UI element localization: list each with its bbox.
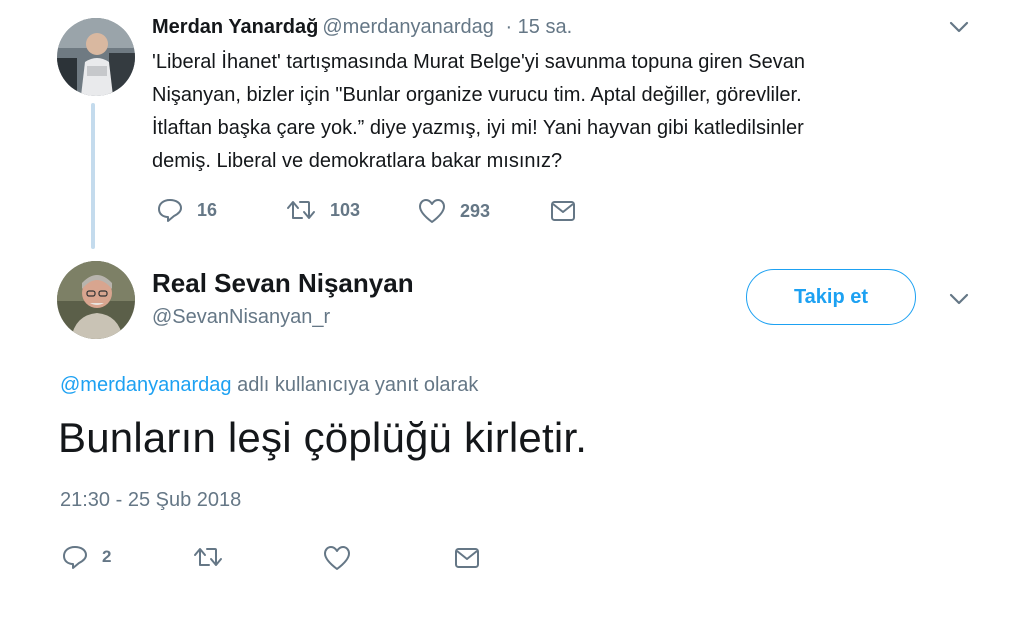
tweet2-author-handle[interactable]: @SevanNisanyan_r (152, 306, 330, 329)
tweet1-text: 'Liberal İhanet' tartışmasında Murat Bel… (152, 46, 912, 178)
avatar[interactable] (57, 18, 135, 96)
avatar[interactable] (57, 261, 135, 339)
dm-icon (455, 548, 479, 568)
reply-to-handle-link[interactable]: @merdanyanardag (60, 374, 232, 396)
thread-connector-line (91, 103, 95, 249)
follow-button[interactable]: Takip et (746, 269, 916, 325)
reply-count: 16 (197, 199, 218, 220)
chevron-down-icon[interactable] (948, 288, 970, 316)
tweet1-author-line: Merdan Yanardağ @merdanyanardag · 15 sa. (152, 16, 572, 39)
reply-context: @merdanyanardag adlı kullanıcıya yanıt o… (60, 374, 478, 397)
retweet-count: 103 (330, 199, 361, 220)
dm-icon (551, 201, 575, 221)
dm-button[interactable] (454, 547, 494, 569)
like-count: 293 (460, 200, 491, 221)
retweet-icon (194, 548, 222, 566)
chevron-down-icon[interactable] (948, 16, 970, 44)
tweet2-timestamp[interactable]: 21:30 - 25 Şub 2018 (60, 489, 241, 512)
like-button[interactable]: 293 (418, 198, 490, 224)
tweet2-text: Bunların leşi çöplüğü kirletir. (58, 414, 588, 461)
reply-context-text: adlı kullanıcıya yanıt olarak (231, 374, 479, 396)
tweet1-author-name[interactable]: Merdan Yanardağ (152, 16, 318, 38)
like-icon (419, 199, 445, 223)
tweet2-author-name[interactable]: Real Sevan Nişanyan (152, 268, 414, 299)
tweet1-author-handle[interactable]: @merdanyanardag (322, 16, 494, 38)
like-button[interactable] (323, 545, 365, 571)
tweet1-time[interactable]: · 15 sa. (505, 16, 572, 38)
tweet1-line: 'Liberal İhanet' tartışmasında Murat Bel… (152, 51, 805, 73)
like-icon (324, 546, 350, 570)
tweet1-line: demiş. Liberal ve demokratlara bakar mıs… (152, 150, 563, 172)
reply-count: 2 (102, 547, 112, 566)
retweet-icon (287, 201, 315, 219)
dm-button[interactable] (550, 200, 590, 222)
tweet1-line: İtlaftan başka çare yok.” diye yazmış, i… (152, 117, 804, 139)
retweet-button[interactable] (193, 545, 237, 569)
tweet1-line: Nişanyan, bizler için "Bunlar organize v… (152, 84, 802, 106)
reply-icon (158, 199, 182, 222)
reply-button[interactable]: 2 (62, 545, 111, 569)
reply-icon (63, 546, 87, 569)
reply-button[interactable]: 16 (157, 198, 217, 222)
retweet-button[interactable]: 103 (286, 198, 360, 222)
